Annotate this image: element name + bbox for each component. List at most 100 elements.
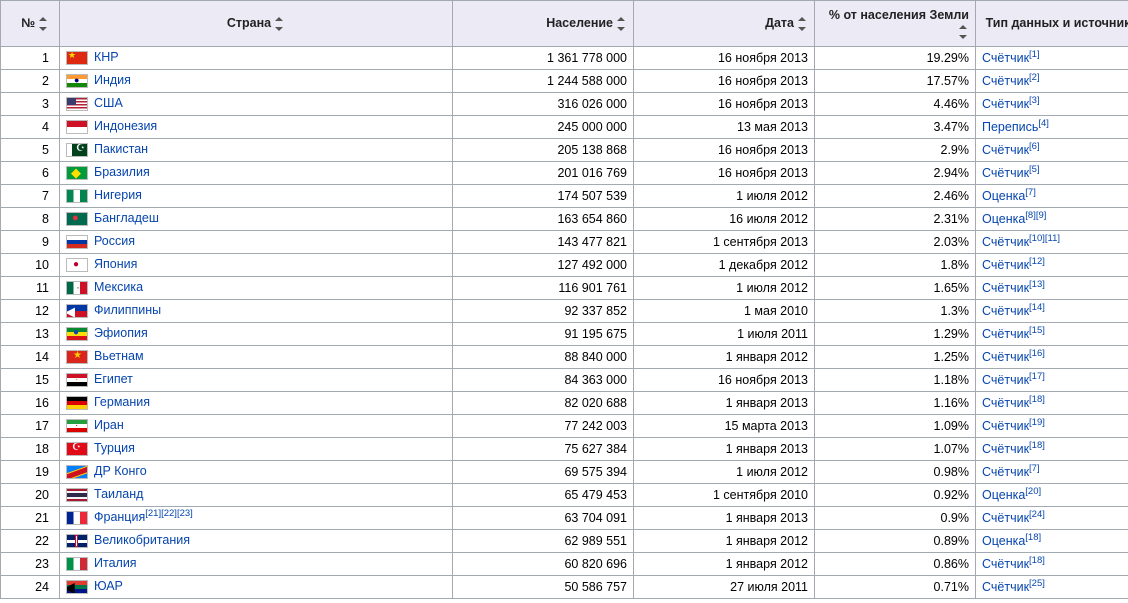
source-link[interactable]: Счётчик <box>982 580 1029 594</box>
country-link[interactable]: Индонезия <box>94 119 157 133</box>
table-row: 4Индонезия245 000 00013 мая 20133.47%Пер… <box>1 115 1128 138</box>
col-header-population[interactable]: Население <box>453 1 634 47</box>
source-link[interactable]: Счётчик <box>982 327 1029 341</box>
source-link[interactable]: Счётчик <box>982 97 1029 111</box>
country-link[interactable]: КНР <box>94 50 119 64</box>
col-header-source[interactable]: Тип данных и источник <box>976 1 1128 47</box>
sort-icon[interactable] <box>39 17 49 31</box>
country-link[interactable]: Эфиопия <box>94 326 148 340</box>
country-link[interactable]: Мексика <box>94 280 143 294</box>
sort-icon[interactable] <box>798 17 808 31</box>
source-link[interactable]: Счётчик <box>982 350 1029 364</box>
reference-link[interactable]: [22] <box>161 508 177 519</box>
sort-icon[interactable] <box>617 17 627 31</box>
country-link[interactable]: Иран <box>94 418 124 432</box>
reference-link[interactable]: [15] <box>1029 324 1045 335</box>
flag-icon <box>66 189 88 203</box>
reference-link[interactable]: [21] <box>145 508 161 519</box>
table-body: 1КНР1 361 778 00016 ноября 201319.29%Счё… <box>1 46 1128 598</box>
reference-link[interactable]: [6] <box>1029 140 1040 151</box>
country-link[interactable]: Бангладеш <box>94 211 159 225</box>
cell-source: Счётчик[10][11] <box>976 230 1128 253</box>
table-row: 3США316 026 00016 ноября 20134.46%Счётчи… <box>1 92 1128 115</box>
reference-link[interactable]: [11] <box>1045 232 1060 243</box>
country-link[interactable]: Вьетнам <box>94 349 144 363</box>
source-link[interactable]: Счётчик <box>982 557 1029 571</box>
reference-link[interactable]: [20] <box>1025 485 1041 496</box>
source-link[interactable]: Счётчик <box>982 304 1029 318</box>
cell-date: 1 сентября 2010 <box>634 483 815 506</box>
source-link[interactable]: Счётчик <box>982 51 1029 65</box>
reference-link[interactable]: [18] <box>1029 393 1045 404</box>
reference-link[interactable]: [7] <box>1025 186 1036 197</box>
sort-icon[interactable] <box>959 25 969 39</box>
country-link[interactable]: ДР Конго <box>94 464 147 478</box>
col-header-date[interactable]: Дата <box>634 1 815 47</box>
source-link[interactable]: Счётчик <box>982 143 1029 157</box>
col-header-percent[interactable]: % от населения Земли <box>815 1 976 47</box>
reference-link[interactable]: [16] <box>1029 347 1045 358</box>
source-link[interactable]: Оценка <box>982 212 1025 226</box>
flag-icon <box>66 465 88 479</box>
reference-link[interactable]: [14] <box>1029 301 1045 312</box>
source-link[interactable]: Счётчик <box>982 258 1029 272</box>
reference-link[interactable]: [2] <box>1029 71 1040 82</box>
cell-percent: 2.03% <box>815 230 976 253</box>
reference-link[interactable]: [25] <box>1029 577 1045 588</box>
country-link[interactable]: Япония <box>94 257 137 271</box>
reference-link[interactable]: [9] <box>1036 209 1047 220</box>
country-link[interactable]: Франция <box>94 510 145 524</box>
reference-link[interactable]: [5] <box>1029 163 1040 174</box>
source-link[interactable]: Перепись <box>982 120 1038 134</box>
flag-icon <box>66 396 88 410</box>
reference-link[interactable]: [23] <box>177 508 193 519</box>
country-link[interactable]: Филиппины <box>94 303 161 317</box>
source-link[interactable]: Счётчик <box>982 281 1029 295</box>
reference-link[interactable]: [3] <box>1029 94 1040 105</box>
country-link[interactable]: ЮАР <box>94 579 123 593</box>
country-link[interactable]: США <box>94 96 123 110</box>
source-link[interactable]: Оценка <box>982 189 1025 203</box>
reference-link[interactable]: [18] <box>1025 531 1041 542</box>
source-link[interactable]: Счётчик <box>982 465 1029 479</box>
reference-link[interactable]: [7] <box>1029 462 1040 473</box>
country-link[interactable]: Египет <box>94 372 133 386</box>
reference-link[interactable]: [10] <box>1029 232 1045 243</box>
col-header-rank[interactable]: № <box>1 1 60 47</box>
sort-icon[interactable] <box>275 17 285 31</box>
country-link[interactable]: Таиланд <box>94 487 143 501</box>
source-link[interactable]: Оценка <box>982 534 1025 548</box>
reference-link[interactable]: [4] <box>1038 117 1049 128</box>
country-link[interactable]: Россия <box>94 234 135 248</box>
source-link[interactable]: Счётчик <box>982 235 1029 249</box>
country-link[interactable]: Пакистан <box>94 142 148 156</box>
col-header-country[interactable]: Страна <box>60 1 453 47</box>
reference-link[interactable]: [17] <box>1029 370 1045 381</box>
cell-date: 16 ноября 2013 <box>634 368 815 391</box>
reference-link[interactable]: [18] <box>1029 554 1045 565</box>
country-link[interactable]: Италия <box>94 556 137 570</box>
source-link[interactable]: Счётчик <box>982 166 1029 180</box>
source-link[interactable]: Счётчик <box>982 442 1029 456</box>
source-link[interactable]: Счётчик <box>982 396 1029 410</box>
cell-source: Счётчик[18] <box>976 552 1128 575</box>
reference-link[interactable]: [8] <box>1025 209 1036 220</box>
reference-link[interactable]: [13] <box>1029 278 1045 289</box>
reference-link[interactable]: [24] <box>1029 508 1045 519</box>
country-link[interactable]: Великобритания <box>94 533 190 547</box>
reference-link[interactable]: [1] <box>1029 48 1040 59</box>
reference-link[interactable]: [19] <box>1029 416 1045 427</box>
source-link[interactable]: Счётчик <box>982 74 1029 88</box>
source-link[interactable]: Счётчик <box>982 419 1029 433</box>
source-link[interactable]: Оценка <box>982 488 1025 502</box>
source-link[interactable]: Счётчик <box>982 373 1029 387</box>
reference-link[interactable]: [12] <box>1029 255 1045 266</box>
country-link[interactable]: Нигерия <box>94 188 142 202</box>
country-link[interactable]: Турция <box>94 441 135 455</box>
country-link[interactable]: Бразилия <box>94 165 150 179</box>
country-link[interactable]: Индия <box>94 73 131 87</box>
source-link[interactable]: Счётчик <box>982 511 1029 525</box>
reference-link[interactable]: [18] <box>1029 439 1045 450</box>
country-link[interactable]: Германия <box>94 395 150 409</box>
cell-percent: 2.9% <box>815 138 976 161</box>
